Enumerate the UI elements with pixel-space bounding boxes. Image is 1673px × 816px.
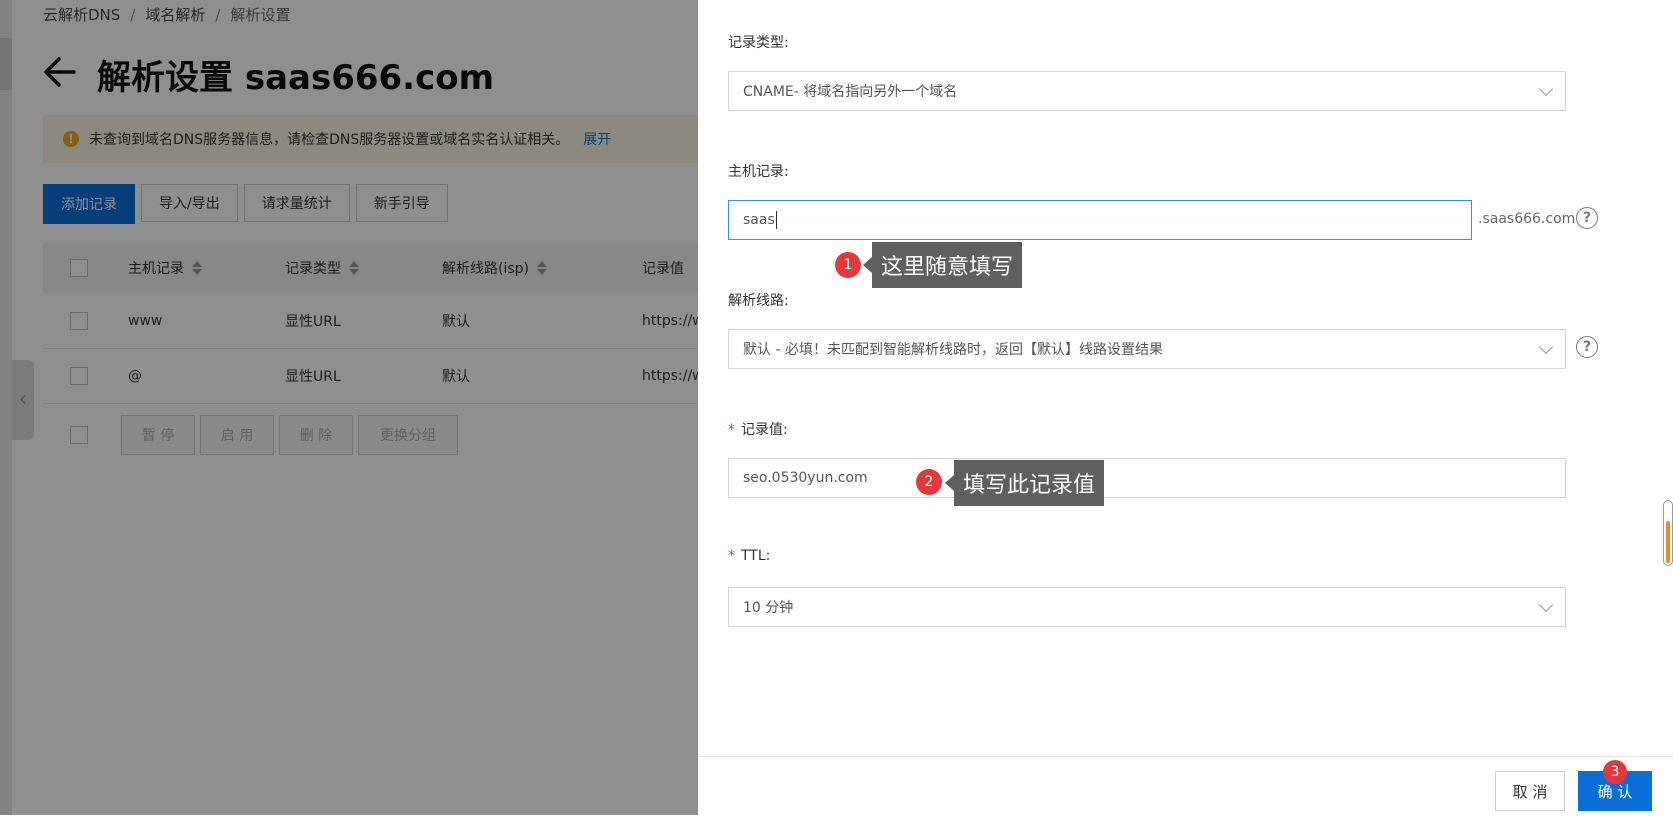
record-type-label: 记录类型:: [728, 35, 789, 51]
line-select[interactable]: 默认 - 必填！未匹配到智能解析线路时，返回【默认】线路设置结果: [728, 329, 1566, 369]
chevron-down-icon: [1538, 81, 1554, 97]
record-type-value: CNAME- 将域名指向另外一个域名: [743, 84, 958, 100]
chevron-down-icon: [1538, 339, 1554, 355]
add-record-drawer: 记录类型: CNAME- 将域名指向另外一个域名 主机记录: saas .saa…: [698, 0, 1673, 815]
record-type-select[interactable]: CNAME- 将域名指向另外一个域名: [728, 71, 1566, 111]
drawer-scrollbar[interactable]: [1663, 500, 1673, 566]
cancel-button[interactable]: 取 消: [1495, 771, 1565, 811]
ttl-select[interactable]: 10 分钟: [728, 587, 1566, 627]
host-help-icon[interactable]: ?: [1576, 207, 1598, 229]
annotation-badge-2: 2: [916, 469, 942, 495]
annotation-tooltip-1: 这里随意填写: [862, 242, 1023, 288]
annotation-badge-1: 1: [835, 252, 861, 278]
annotation-tooltip-2: 填写此记录值: [944, 460, 1105, 506]
line-help-icon[interactable]: ?: [1576, 336, 1598, 358]
host-input[interactable]: saas: [728, 200, 1472, 240]
chevron-down-icon: [1538, 597, 1554, 613]
line-label: 解析线路:: [728, 293, 789, 309]
required-mark: *: [728, 422, 735, 438]
record-value-input[interactable]: seo.0530yun.com: [728, 458, 1566, 498]
annotation-badge-3: 3: [1603, 760, 1627, 784]
record-value-label: * 记录值:: [728, 422, 788, 438]
required-mark: *: [728, 548, 735, 564]
drawer-footer: 取 消 确 认: [698, 756, 1673, 816]
text-caret: [775, 211, 777, 229]
ttl-label: * TTL:: [728, 548, 771, 564]
line-value: 默认 - 必填！未匹配到智能解析线路时，返回【默认】线路设置结果: [743, 342, 1163, 358]
host-input-value: saas: [743, 212, 775, 228]
background-page: ‹ 云解析DNS / 域名解析 / 解析设置 解析设置 saas666.com ! 未查…: [0, 0, 700, 815]
record-value-text: seo.0530yun.com: [743, 470, 868, 486]
host-suffix: .saas666.com: [1478, 211, 1576, 227]
host-label: 主机记录:: [728, 164, 789, 180]
ttl-value: 10 分钟: [743, 600, 794, 616]
modal-overlay[interactable]: [0, 0, 700, 815]
